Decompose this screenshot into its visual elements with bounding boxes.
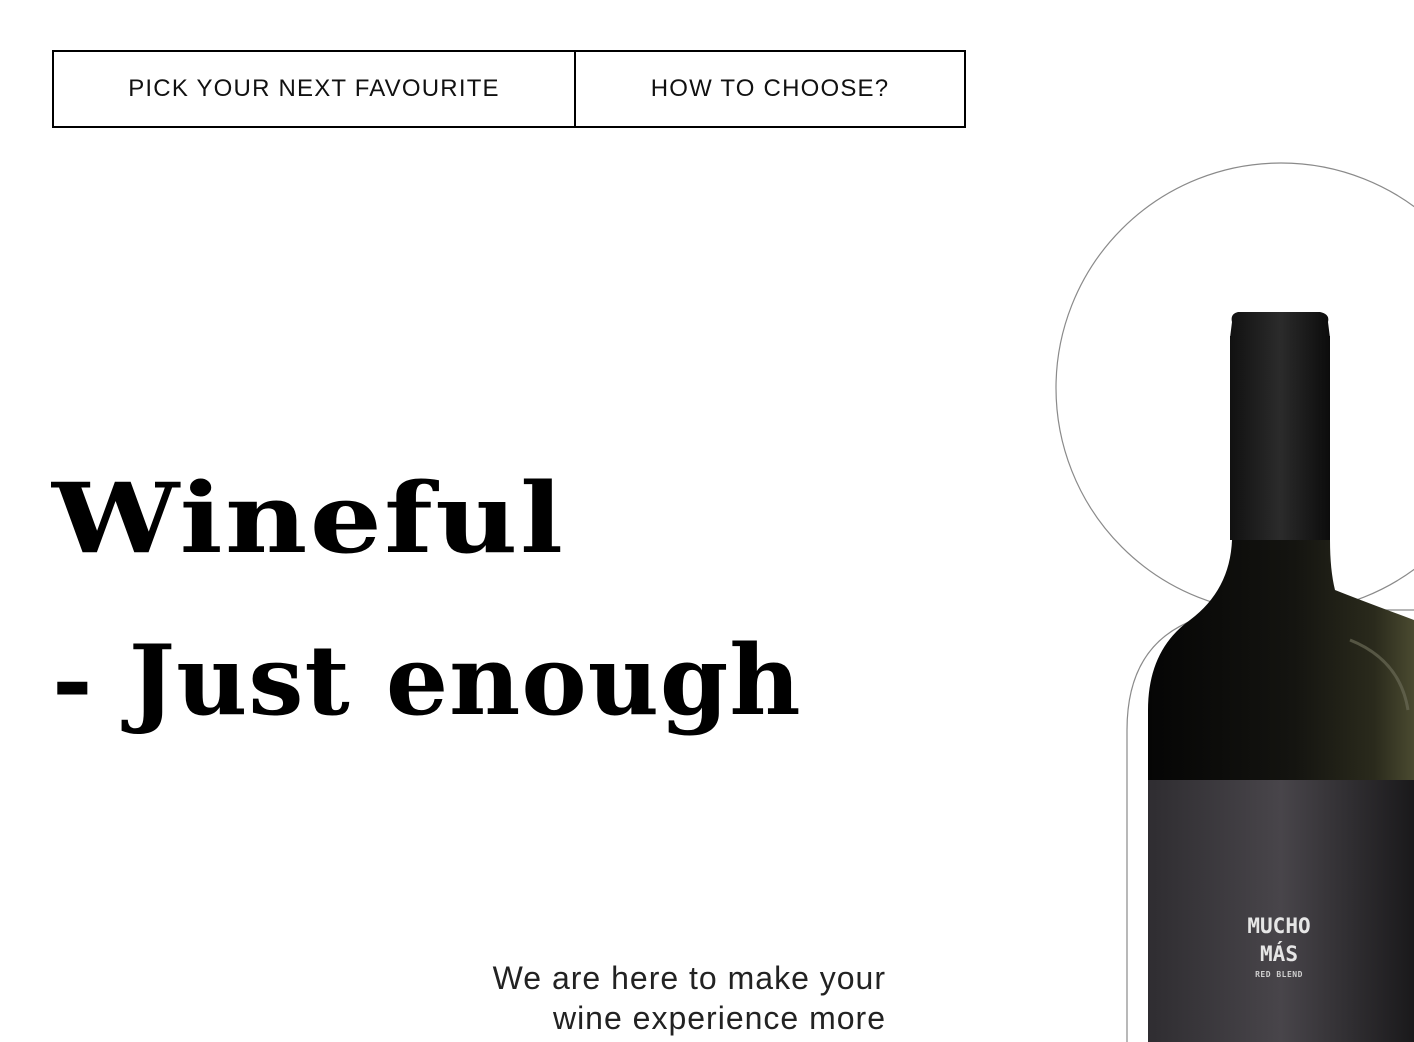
- tagline-line2: wine experience more: [552, 1000, 886, 1036]
- bottle-brand-line1: MUCHO: [1247, 914, 1311, 938]
- tagline-line1: We are here to make your: [492, 960, 886, 996]
- bottle-capsule: [1230, 336, 1330, 540]
- landing-page: PICK YOUR NEXT FAVOURITE HOW TO CHOOSE? …: [0, 0, 1414, 1042]
- bottle-brand-line2: MÁS: [1260, 942, 1298, 966]
- hero-tagline: We are here to make your wine experience…: [466, 958, 886, 1038]
- bottle-label: [1148, 780, 1414, 1042]
- how-to-choose-button[interactable]: HOW TO CHOOSE?: [576, 52, 964, 126]
- hero-title-line2: - Just enough: [52, 624, 802, 737]
- bottle-label-subtitle: RED BLEND: [1255, 970, 1303, 979]
- pick-favourite-button[interactable]: PICK YOUR NEXT FAVOURITE: [54, 52, 576, 126]
- bottle-cap: [1230, 312, 1330, 338]
- hero-title-line1: Wineful: [52, 462, 566, 575]
- wine-bottle-illustration: [1055, 162, 1414, 1042]
- top-nav: PICK YOUR NEXT FAVOURITE HOW TO CHOOSE?: [52, 50, 966, 128]
